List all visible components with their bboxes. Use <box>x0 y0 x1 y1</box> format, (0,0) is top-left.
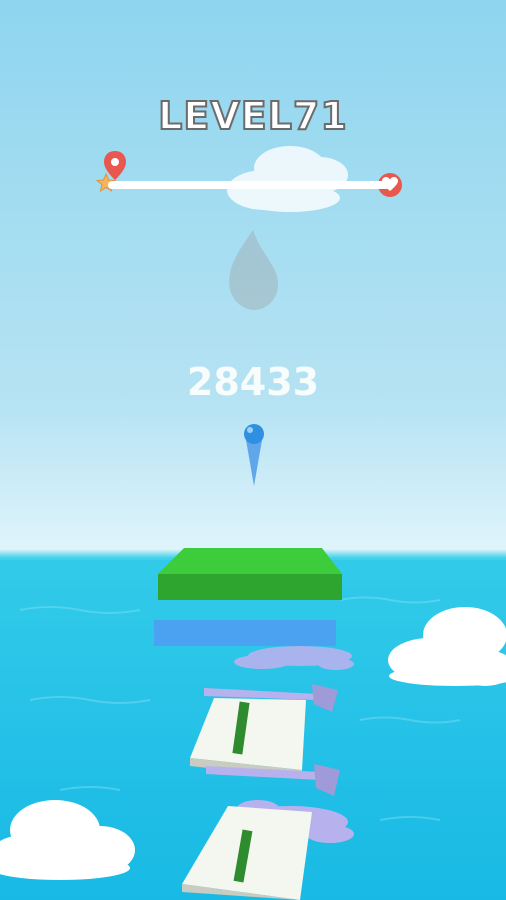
game-scene[interactable]: LEVEL71 28433 <box>0 0 506 900</box>
level-progress-bar <box>108 181 390 189</box>
green-platform <box>158 548 342 600</box>
ball-trail <box>246 440 262 486</box>
cloud-top <box>227 146 348 212</box>
flame-icon <box>229 230 278 310</box>
level-title: LEVEL71 <box>157 93 348 139</box>
map-pin-icon <box>104 151 126 180</box>
score-counter: 28433 <box>186 360 320 404</box>
ball-highlight <box>247 427 253 433</box>
ball <box>244 424 264 444</box>
blue-block <box>154 620 336 646</box>
player-ball <box>244 424 264 486</box>
